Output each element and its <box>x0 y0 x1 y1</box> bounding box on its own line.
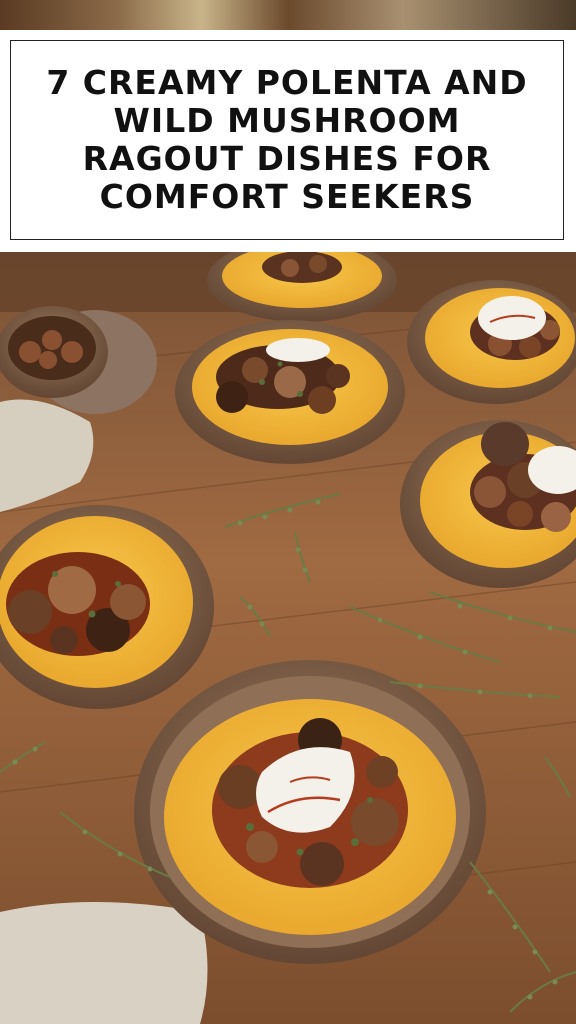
page-title: 7 CREAMY POLENTA AND WILD MUSHROOM RAGOU… <box>46 63 528 216</box>
window-background-strip <box>0 0 576 30</box>
title-panel: 7 CREAMY POLENTA AND WILD MUSHROOM RAGOU… <box>0 30 576 252</box>
title-box: 7 CREAMY POLENTA AND WILD MUSHROOM RAGOU… <box>10 40 564 240</box>
polenta-bowl-top-right <box>407 280 576 404</box>
polenta-bowl-center <box>175 320 405 464</box>
polenta-bowl-front <box>134 660 486 964</box>
linen-napkin-bottom <box>0 902 208 1024</box>
food-photo-illustration <box>0 252 576 1024</box>
food-photo <box>0 252 576 1024</box>
